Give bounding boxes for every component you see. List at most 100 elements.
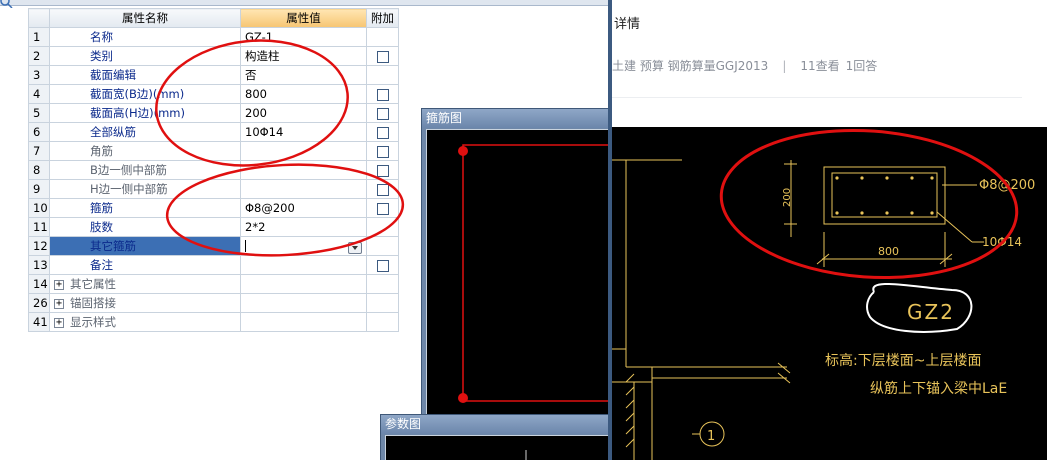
attach-checkbox[interactable] [376, 259, 389, 272]
table-header-row: 属性名称 属性值 附加 [28, 8, 399, 28]
row-index: 4 [28, 84, 50, 104]
row-value[interactable]: GZ-1 [240, 27, 367, 47]
table-row[interactable]: 5 截面高(H边)(mm) 200 [28, 103, 399, 123]
row-group[interactable]: + 其它属性 [49, 274, 241, 294]
attach-checkbox[interactable] [376, 107, 389, 120]
row-attach [366, 217, 399, 237]
anchorage-note: 纵筋上下锚入梁中LaE [870, 380, 1007, 397]
row-name[interactable]: 其它箍筋 [49, 236, 241, 256]
row-attach [366, 312, 399, 332]
row-name[interactable]: 箍筋 [49, 198, 241, 218]
row-value-editor[interactable] [240, 236, 367, 256]
table-row-selected[interactable]: 12 其它箍筋 [28, 236, 399, 256]
row-attach[interactable] [366, 160, 399, 180]
grid-bubble-label: 1 [707, 429, 715, 444]
table-row[interactable]: 1 名称 GZ-1 [28, 27, 399, 47]
table-row[interactable]: 13 备注 [28, 255, 399, 275]
row-name: 锚固搭接 [70, 296, 116, 310]
row-attach[interactable] [366, 255, 399, 275]
row-value[interactable] [240, 141, 367, 161]
expand-plus-icon[interactable]: + [54, 279, 64, 290]
row-attach[interactable] [366, 141, 399, 161]
row-value[interactable]: 800 [240, 84, 367, 104]
row-attach [366, 293, 399, 313]
parameter-diagram-window[interactable]: 参数图 [380, 414, 612, 460]
row-attach[interactable] [366, 46, 399, 66]
table-row[interactable]: 10 箍筋 Φ8@200 [28, 198, 399, 218]
attach-checkbox[interactable] [376, 183, 389, 196]
row-value[interactable]: 构造柱 [240, 46, 367, 66]
attach-checkbox[interactable] [376, 164, 389, 177]
row-attach[interactable] [366, 122, 399, 142]
row-attach[interactable] [366, 198, 399, 218]
row-name[interactable]: 备注 [49, 255, 241, 275]
row-name[interactable]: 截面宽(B边)(mm) [49, 84, 241, 104]
row-group[interactable]: + 锚固搭接 [49, 293, 241, 313]
expand-plus-icon[interactable]: + [54, 317, 64, 328]
table-row[interactable]: 11 肢数 2*2 [28, 217, 399, 237]
table-row[interactable]: 6 全部纵筋 10Φ14 [28, 122, 399, 142]
row-attach[interactable] [366, 179, 399, 199]
attach-checkbox[interactable] [376, 50, 389, 63]
attach-checkbox[interactable] [376, 202, 389, 215]
table-row-group[interactable]: 26 + 锚固搭接 [28, 293, 399, 313]
table-row[interactable]: 9 H边一侧中部筋 [28, 179, 399, 199]
row-attach [366, 65, 399, 85]
column-section [823, 166, 946, 225]
row-value[interactable]: 2*2 [240, 217, 367, 237]
row-name[interactable]: 类别 [49, 46, 241, 66]
height-dimension-label: 200 [782, 188, 793, 207]
stirrup-window-title[interactable]: 箍筋图 [422, 109, 611, 128]
attach-checkbox[interactable] [376, 126, 389, 139]
param-window-title[interactable]: 参数图 [381, 415, 611, 434]
row-name[interactable]: 截面高(H边)(mm) [49, 103, 241, 123]
attach-checkbox[interactable] [376, 145, 389, 158]
row-index: 5 [28, 103, 50, 123]
row-attach[interactable] [366, 84, 399, 104]
answer-count[interactable]: 1回答 [846, 59, 878, 73]
row-index: 26 [28, 293, 50, 313]
column-id-label: GZ2 [907, 300, 955, 324]
header-attach[interactable]: 附加 [366, 8, 399, 28]
row-value[interactable] [240, 160, 367, 180]
row-name[interactable]: H边一侧中部筋 [49, 179, 241, 199]
text-caret [245, 240, 246, 252]
row-name[interactable]: B边一侧中部筋 [49, 160, 241, 180]
row-value[interactable]: 否 [240, 65, 367, 85]
rebar-dots [835, 176, 934, 215]
header-property-value[interactable]: 属性值 [240, 8, 367, 28]
table-row[interactable]: 4 截面宽(B边)(mm) 800 [28, 84, 399, 104]
table-row[interactable]: 7 角筋 [28, 141, 399, 161]
row-name[interactable]: 截面编辑 [49, 65, 241, 85]
row-value[interactable] [240, 255, 367, 275]
tags-link[interactable]: 土建 预算 钢筋算量GGJ2013 [612, 59, 768, 73]
search-icon[interactable] [0, 0, 14, 8]
row-attach [366, 236, 399, 256]
row-name[interactable]: 全部纵筋 [49, 122, 241, 142]
row-name[interactable]: 名称 [49, 27, 241, 47]
table-row[interactable]: 2 类别 构造柱 [28, 46, 399, 66]
row-name[interactable]: 肢数 [49, 217, 241, 237]
table-row[interactable]: 8 B边一侧中部筋 [28, 160, 399, 180]
row-attach[interactable] [366, 103, 399, 123]
table-row-group[interactable]: 14 + 其它属性 [28, 274, 399, 294]
dropdown-button-icon[interactable] [348, 241, 362, 254]
width-dimension-label: 800 [878, 245, 899, 258]
property-rows: 1 名称 GZ-1 2 类别 构造柱 3 截面编辑否 4 截面宽(B边)(mm) 800 5截… [28, 27, 399, 332]
row-value[interactable]: 10Φ14 [240, 122, 367, 142]
row-value[interactable]: 200 [240, 103, 367, 123]
header-property-name[interactable]: 属性名称 [49, 8, 241, 28]
stirrup-section [831, 172, 938, 218]
table-row-group[interactable]: 41 + 显示样式 [28, 312, 399, 332]
table-row[interactable]: 3 截面编辑否 [28, 65, 399, 85]
row-group[interactable]: + 显示样式 [49, 312, 241, 332]
row-value[interactable] [240, 179, 367, 199]
row-index: 3 [28, 65, 50, 85]
stirrup-diagram-window[interactable]: 箍筋图 [421, 108, 612, 418]
expand-plus-icon[interactable]: + [54, 298, 64, 309]
row-name[interactable]: 角筋 [49, 141, 241, 161]
row-index: 2 [28, 46, 50, 66]
attach-checkbox[interactable] [376, 88, 389, 101]
row-value[interactable]: Φ8@200 [240, 198, 367, 218]
question-web-page: 详情 土建 预算 钢筋算量GGJ2013 | 11查看 1回答 200 800 … [612, 0, 1047, 460]
